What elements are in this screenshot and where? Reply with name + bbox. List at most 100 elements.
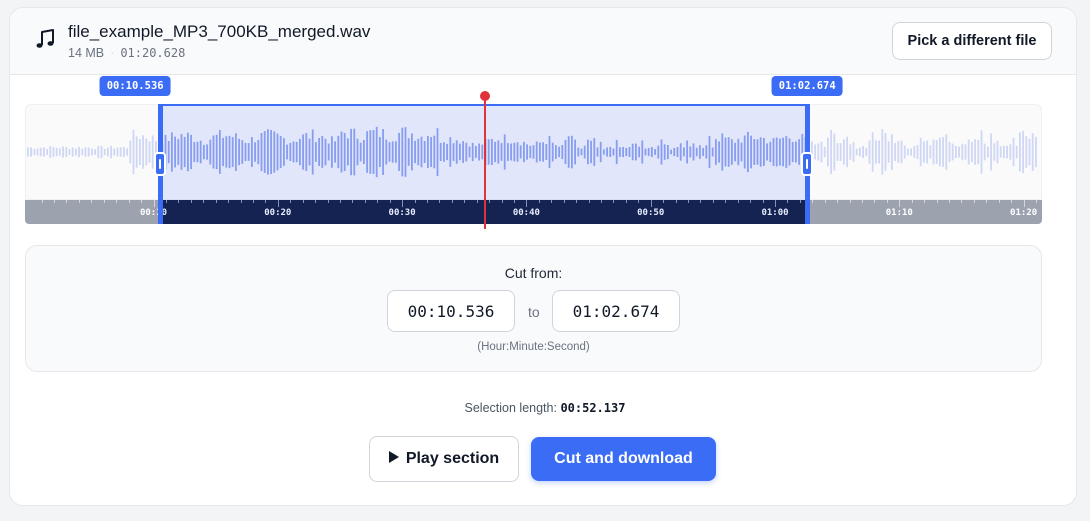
waveform-bar [1006,145,1008,159]
waveform-bar [971,141,973,163]
cut-panel: Cut from: to (Hour:Minute:Second) [25,245,1042,372]
timeline-tick-mark [66,200,68,203]
waveform-bar [993,143,996,161]
timeline-tick-mark [949,200,951,203]
waveform-bar [913,146,916,158]
file-size: 14 MB [68,46,105,60]
waveform-bar [823,146,826,158]
timeline-tick-label: 01:10 [885,208,913,218]
waveform-bar [871,132,874,172]
waveform-bar [919,137,922,167]
waveform-bar [839,143,842,161]
waveform-bar [126,148,128,156]
waveform-bar [935,140,938,165]
file-header: file_example_MP3_700KB_merged.wav 14 MB ·… [10,8,1076,75]
timeline-tick-mark [54,200,56,203]
waveform-bar [81,148,84,156]
waveform-bar [999,146,1002,158]
waveform-bar [945,134,948,170]
waveform-bar [49,146,52,158]
waveform-bar [964,144,967,160]
waveform-bar [113,148,116,156]
waveform-bar [827,137,829,167]
timeline-tick-mark [911,200,913,203]
timeline-tick-mark [141,200,143,203]
waveform-editor[interactable]: 00:10 00:20 00:30 00:40 00:50 01:00 01:10 01:20… [25,76,1042,229]
timeline-tick-mark [116,200,118,203]
waveform-bar [33,148,36,156]
timeline-tick-mark [973,200,975,203]
waveform-bar [897,141,900,163]
timeline-tick-mark [986,200,988,203]
waveform-bar [75,148,77,156]
waveform-bar [951,143,954,161]
waveform-bar [814,144,816,160]
waveform-bar [27,147,29,157]
waveform-bar [145,138,148,166]
waveform-bar [142,135,144,169]
waveform-bar [52,147,55,157]
waveform-bar [894,143,896,161]
play-section-button[interactable]: Play section [369,436,519,482]
waveform-bar [148,141,151,163]
waveform-bar [916,145,919,159]
timeline-tick-mark [874,200,876,203]
play-section-label: Play section [405,450,500,467]
waveform-bar [84,147,87,157]
waveform-bar [955,145,957,159]
playhead[interactable] [480,91,491,229]
timeline-tick-mark [824,200,826,203]
waveform-bar [116,147,119,157]
waveform-bar [100,145,103,159]
waveform-bar [987,146,989,158]
waveform-bar [1022,130,1024,174]
waveform-bar [884,133,887,171]
waveform-bar [983,143,986,161]
waveform-bar [939,137,941,167]
waveform-bar [878,140,880,164]
waveform-bar [929,145,932,159]
waveform-bar [1028,138,1031,166]
pick-different-file-button[interactable]: Pick a different file [892,22,1052,60]
waveform-bar [990,133,992,171]
waveform-bar [39,147,42,157]
timeline-tick-label: 01:20 [1010,208,1038,218]
waveform-bar [65,146,68,157]
waveform-bar [881,129,884,175]
waveform-bar [1003,145,1005,159]
waveform-bar [139,139,141,165]
timeline-tick-mark [1011,200,1013,203]
waveform-bar [932,139,935,165]
selection-start-handle[interactable] [154,104,167,224]
timeline-tick-mark [78,200,80,203]
waveform-bar [110,145,112,159]
timeline-tick-mark [998,200,1000,203]
timeline-tick-mark [862,200,863,203]
waveform-bar [62,146,64,158]
timeline-tick-mark [837,200,839,203]
selection-length-value: 00:52.137 [560,401,626,415]
waveform-bar [30,147,32,157]
selection-end-handle[interactable] [801,104,814,224]
cut-and-download-button[interactable]: Cut and download [531,437,716,481]
waveform-bar [846,136,848,168]
waveform-bar [875,140,877,164]
waveform-bar [855,148,858,156]
selection-length-label: Selection length: [464,401,557,415]
waveform-bar [843,139,845,165]
waveform-bar [961,143,964,161]
waveform-bar [46,149,48,155]
file-name: file_example_MP3_700KB_merged.wav [68,22,371,41]
waveform-bar [103,148,106,156]
waveform-bar [887,141,890,163]
cut-to-input[interactable] [552,290,680,332]
waveform-bar [129,140,132,164]
waveform-bar [78,146,80,158]
waveform-bar [1031,133,1034,171]
end-handle-grip[interactable] [801,152,814,176]
waveform-bar [123,146,125,158]
start-handle-grip[interactable] [154,152,167,176]
timeline-tick-mark [103,200,105,203]
waveform-bar [859,147,861,157]
cut-from-input[interactable] [387,290,515,332]
